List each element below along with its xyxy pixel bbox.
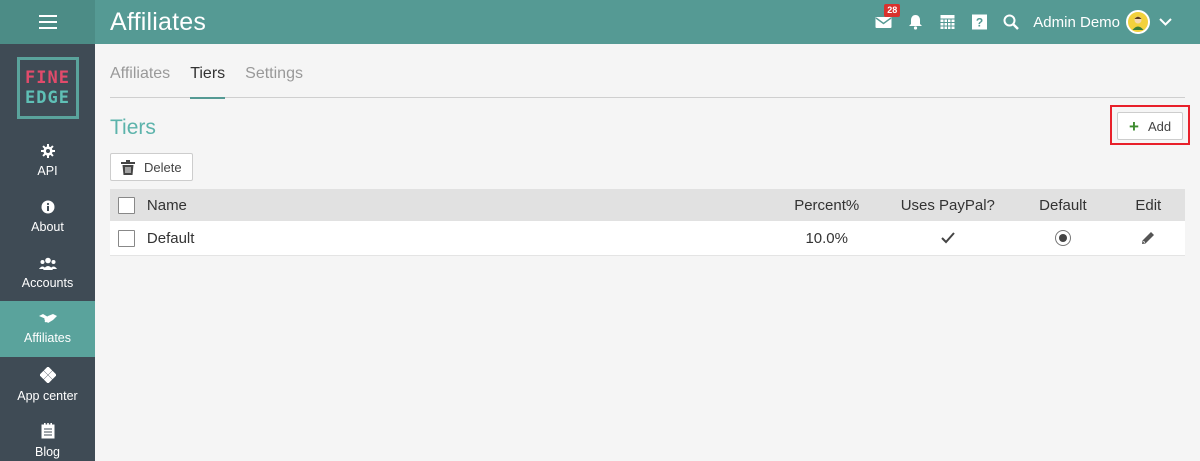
calendar-icon — [940, 15, 955, 29]
chevron-down-icon — [1158, 18, 1172, 26]
section-title: Tiers — [110, 116, 156, 139]
trash-icon — [121, 159, 135, 175]
delete-button-label: Delete — [144, 159, 182, 175]
user-menu-toggle[interactable] — [1150, 0, 1180, 44]
page-title: Affiliates — [110, 7, 207, 36]
tier-percent: 10.0% — [805, 229, 848, 247]
plus-icon: + — [1129, 116, 1139, 136]
logo-line-2: EDGE — [25, 88, 70, 108]
tab-tiers[interactable]: Tiers — [190, 44, 225, 99]
sidebar-item-label: Affiliates — [23, 331, 71, 345]
help-button[interactable]: ? — [963, 0, 995, 44]
checkmark-icon — [941, 232, 955, 244]
tier-name: Default — [146, 229, 195, 247]
sidebar-item-api[interactable]: API — [0, 133, 95, 189]
default-radio[interactable] — [1054, 230, 1071, 246]
table-header: Name Percent% Uses PayPal? Default Edit — [110, 189, 1185, 221]
tab-affiliates[interactable]: Affiliates — [110, 44, 170, 98]
info-icon — [41, 200, 54, 214]
logo-line-1: FINE — [25, 68, 70, 88]
add-button[interactable]: + Add — [1117, 112, 1183, 140]
column-header-default[interactable]: Default — [1014, 197, 1111, 214]
menu-icon — [38, 15, 57, 29]
column-header-edit: Edit — [1135, 196, 1162, 214]
add-button-label: Add — [1147, 118, 1172, 134]
tabs-bar: Affiliates Tiers Settings — [110, 44, 1185, 99]
avatar[interactable] — [1126, 10, 1150, 34]
main-content: Affiliates Tiers Settings Tiers + Add De… — [95, 44, 1200, 461]
help-icon: ? — [971, 14, 987, 30]
sidebar-item-accounts[interactable]: Accounts — [0, 245, 95, 301]
svg-text:?: ? — [976, 16, 983, 30]
menu-button[interactable] — [0, 0, 95, 44]
blog-icon — [41, 423, 54, 439]
tab-settings[interactable]: Settings — [245, 44, 303, 98]
top-bar: Affiliates 28 ? Admin Demo — [0, 0, 1200, 44]
sidebar-item-about[interactable]: About — [0, 189, 95, 245]
handshake-icon — [38, 314, 57, 323]
sidebar-item-label: Blog — [34, 445, 61, 459]
column-header-name[interactable]: Name — [147, 197, 772, 214]
calendar-button[interactable] — [931, 0, 963, 44]
search-button[interactable] — [995, 0, 1027, 44]
apps-icon — [39, 367, 56, 383]
notification-badge: 28 — [884, 4, 901, 17]
select-all-checkbox[interactable] — [118, 196, 135, 214]
sidebar-item-app-center[interactable]: App center — [0, 357, 95, 413]
uses-paypal-cell — [881, 232, 1014, 244]
table-row[interactable]: Default 10.0% — [110, 221, 1185, 256]
envelope-icon — [875, 17, 892, 28]
sidebar-item-affiliates[interactable]: Affiliates — [0, 301, 95, 357]
sidebar-item-blog[interactable]: Blog — [0, 413, 95, 461]
sidebar-item-label: App center — [17, 389, 78, 403]
sidebar-item-label: Accounts — [21, 275, 74, 290]
sidebar: FINE EDGE API About Accounts Affiliates … — [0, 44, 95, 461]
column-header-percent[interactable]: Percent% — [772, 197, 881, 214]
search-icon — [1003, 14, 1020, 30]
notifications-button[interactable] — [899, 0, 931, 44]
user-avatar-icon — [1132, 16, 1144, 30]
column-header-paypal[interactable]: Uses PayPal? — [881, 197, 1014, 214]
default-cell — [1014, 230, 1111, 246]
gear-icon — [40, 144, 55, 158]
sidebar-item-label: About — [31, 220, 64, 234]
edit-cell — [1112, 231, 1185, 245]
user-name[interactable]: Admin Demo — [1033, 14, 1120, 31]
tiers-table: Name Percent% Uses PayPal? Default Edit … — [110, 189, 1185, 256]
users-icon — [38, 257, 57, 270]
messages-button[interactable]: 28 — [867, 0, 901, 44]
delete-button[interactable]: Delete — [110, 153, 193, 181]
pencil-icon[interactable] — [1141, 231, 1155, 245]
bell-icon — [908, 15, 922, 30]
row-checkbox[interactable] — [118, 229, 135, 247]
sidebar-item-label: API — [37, 164, 58, 178]
logo[interactable]: FINE EDGE — [16, 57, 79, 119]
